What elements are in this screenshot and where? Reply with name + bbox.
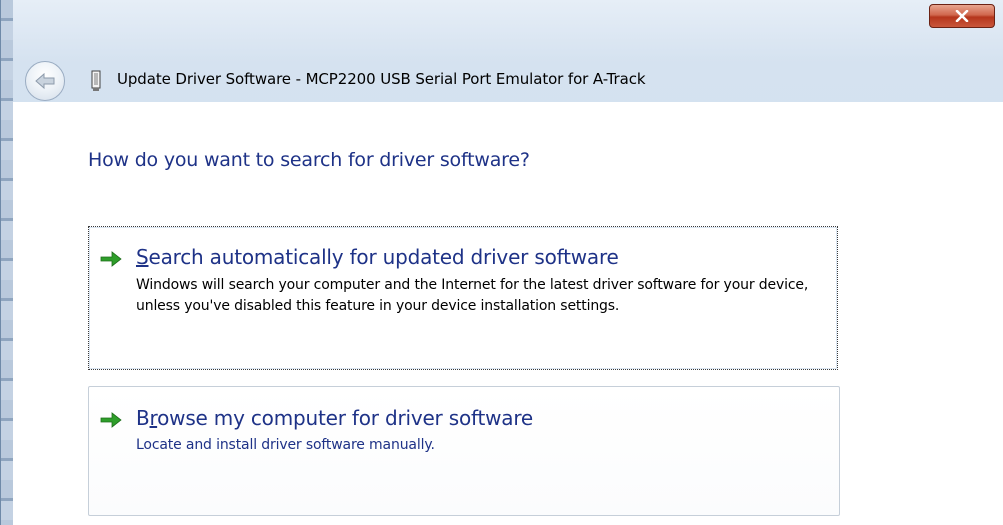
dialog-window: Update Driver Software - MCP2200 USB Ser…: [0, 0, 1003, 525]
browse-computer-description: Locate and install driver software manua…: [136, 437, 435, 453]
green-arrow-icon: [100, 251, 122, 267]
window-title: Update Driver Software - MCP2200 USB Ser…: [117, 70, 646, 88]
page-heading: How do you want to search for driver sof…: [88, 149, 530, 171]
window-glass-border: [1, 0, 13, 525]
search-automatically-title[interactable]: Search automatically for updated driver …: [136, 245, 619, 269]
back-arrow-icon: [35, 72, 55, 90]
back-button[interactable]: [25, 61, 65, 101]
browse-computer-title[interactable]: Browse my computer for driver software: [136, 406, 533, 430]
search-automatically-option[interactable]: Search automatically for updated driver …: [88, 226, 838, 370]
usb-device-icon: [91, 70, 101, 91]
dialog-content: How do you want to search for driver sof…: [13, 102, 1003, 525]
search-automatically-description: Windows will search your computer and th…: [136, 277, 809, 314]
browse-computer-option[interactable]: Browse my computer for driver software L…: [88, 386, 840, 516]
close-button[interactable]: [929, 4, 995, 28]
close-icon: [955, 10, 969, 22]
green-arrow-icon: [100, 412, 122, 428]
